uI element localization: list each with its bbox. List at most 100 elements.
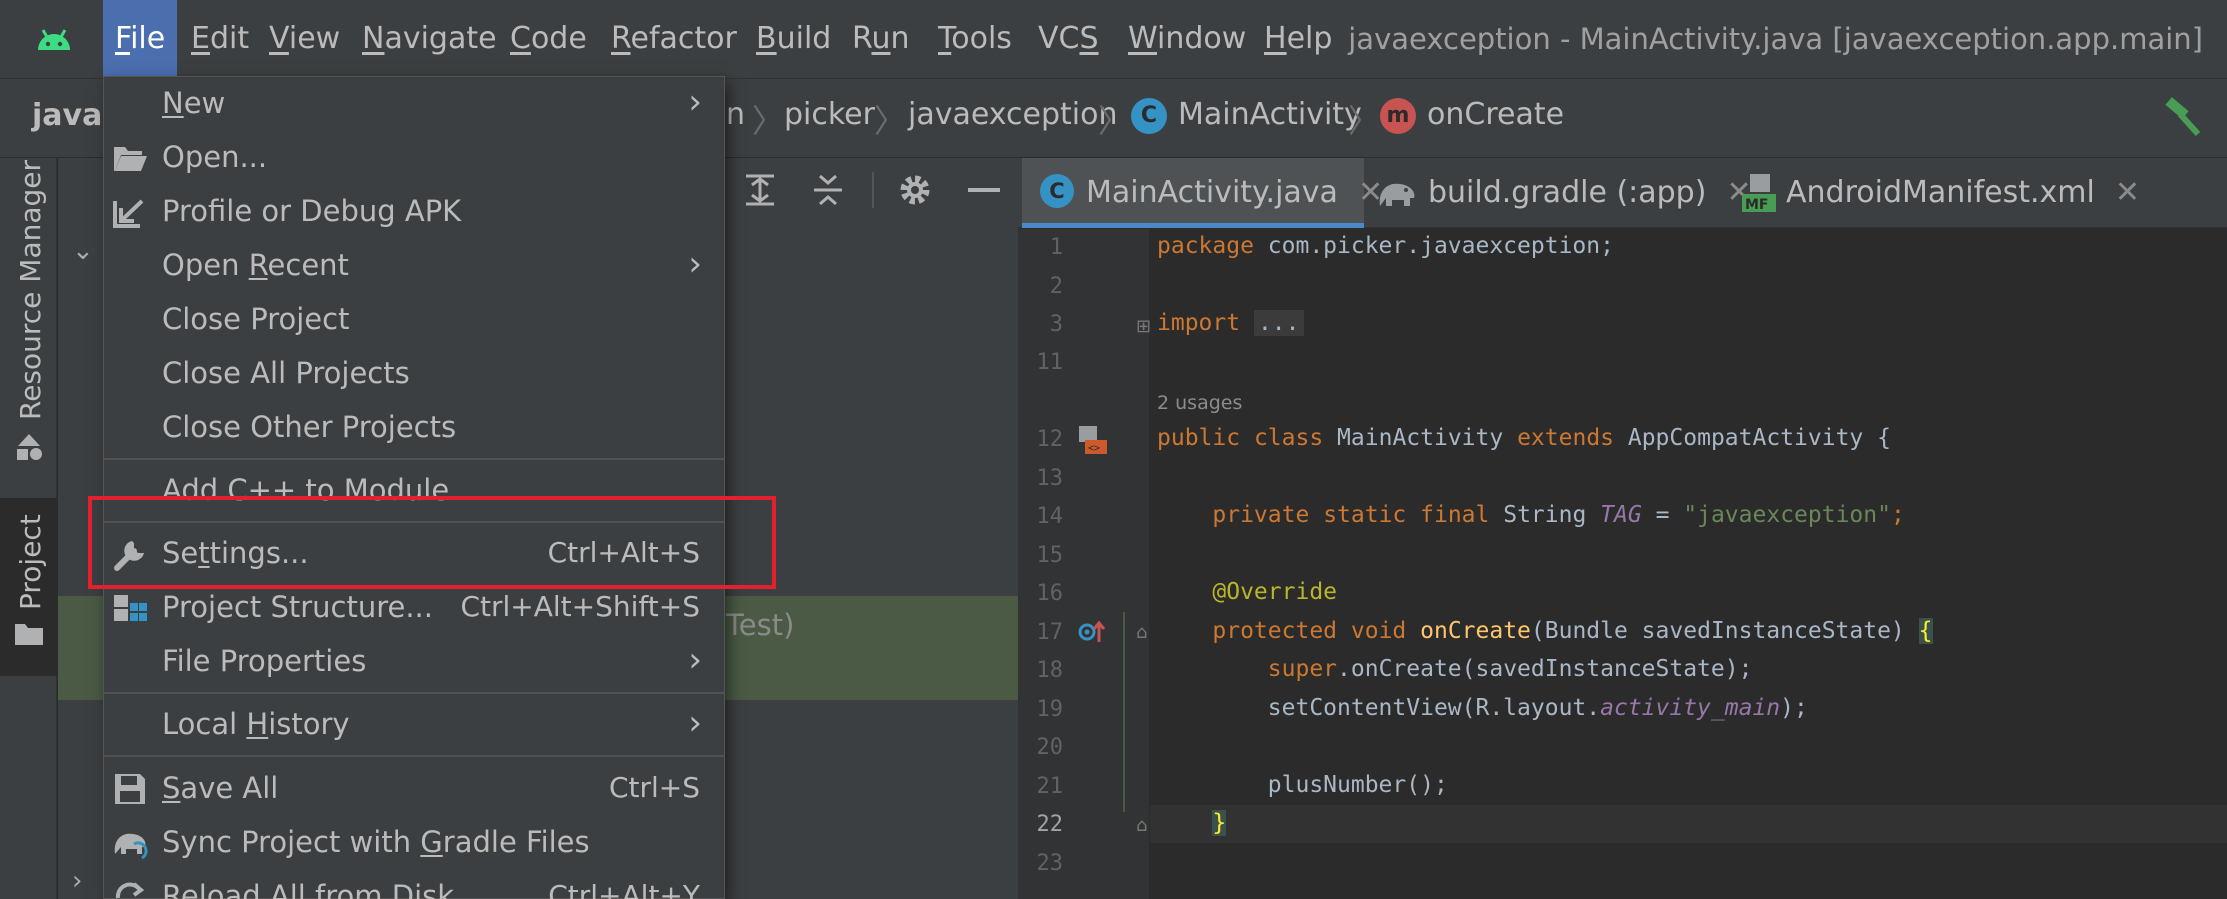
menu-item-label: Sync Project with Gradle Files (162, 825, 590, 859)
tab-androidmanifest-xml[interactable]: MF AndroidManifest.xml ✕ (1734, 158, 2140, 228)
menu-item-close-other-projects[interactable]: Close Other Projects (104, 402, 724, 456)
gradle-sync-icon (114, 833, 148, 860)
tab-build-gradle[interactable]: build.gradle (:app) ✕ (1368, 158, 1752, 228)
line-number: 11 (1036, 350, 1064, 375)
hammer-icon[interactable] (2160, 94, 2204, 138)
menu-file[interactable]: File (103, 0, 178, 78)
menu-bar: File Edit View Navigate Code Refactor Bu… (0, 0, 2227, 78)
project-label: Project (14, 514, 47, 610)
menu-item-local-history[interactable]: Local History › (104, 699, 724, 753)
tool-window-project[interactable]: Project (0, 498, 57, 676)
menu-window[interactable]: Window (1116, 0, 1258, 78)
menu-code[interactable]: Code (498, 0, 599, 78)
resource-manager-label: Resource Manager (14, 159, 47, 420)
menu-view[interactable]: View (257, 0, 352, 78)
folded-imports[interactable]: ... (1253, 310, 1304, 336)
java-class-icon: C (1040, 174, 1074, 208)
breadcrumb-class[interactable]: MainActivity (1178, 97, 1362, 132)
menu-help[interactable]: Help (1252, 0, 1344, 78)
tab-label: AndroidManifest.xml (1786, 175, 2095, 210)
menu-item-sync-gradle[interactable]: Sync Project with Gradle Files (104, 817, 724, 871)
menu-item-profile-debug-apk[interactable]: Profile or Debug APK (104, 186, 724, 240)
menu-item-file-properties[interactable]: File Properties › (104, 636, 724, 690)
menu-item-label: Project Structure... (162, 590, 433, 624)
menu-run[interactable]: Run (840, 0, 922, 78)
chevron-right-icon: › (688, 244, 702, 284)
layout-file-icon[interactable]: <> (1077, 424, 1109, 456)
svg-text:MF: MF (1745, 197, 1769, 213)
code-line-16: @Override (1212, 579, 1338, 605)
menu-item-shortcut: Ctrl+S (608, 771, 700, 804)
import-apk-icon (113, 199, 144, 228)
breadcrumb-picker[interactable]: picker (784, 97, 875, 132)
android-studio-logo-icon (38, 29, 70, 50)
menu-separator (104, 458, 724, 460)
menu-refactor[interactable]: Refactor (599, 0, 749, 78)
menu-item-save-all[interactable]: Save All Ctrl+S (104, 763, 724, 817)
tool-window-resource-manager[interactable]: Resource Manager (0, 160, 57, 470)
gear-icon[interactable] (895, 170, 935, 210)
menu-item-open-recent[interactable]: Open Recent › (104, 240, 724, 294)
code-line-18: super.onCreate(savedInstanceState); (1267, 656, 1753, 682)
folder-icon (15, 624, 43, 645)
breadcrumb-separator-icon: 〉 (1098, 102, 1131, 140)
breadcrumb-module[interactable]: n (726, 97, 745, 132)
line-number: 20 (1036, 735, 1064, 760)
menu-item-open[interactable]: Open... (104, 132, 724, 186)
menu-item-label: Open Recent (162, 248, 349, 282)
line-number: 22 (1036, 812, 1064, 837)
menu-item-shortcut: Ctrl+Alt+Shift+S (460, 590, 700, 623)
menu-item-label: Profile or Debug APK (162, 194, 462, 228)
method-icon: m (1380, 98, 1416, 134)
tab-label: build.gradle (:app) (1428, 175, 1707, 210)
menu-item-close-all-projects[interactable]: Close All Projects (104, 348, 724, 402)
code-line-19: setContentView(R.layout.activity_main); (1267, 695, 1808, 721)
close-icon[interactable]: ✕ (2115, 175, 2140, 210)
menu-item-project-structure[interactable]: Project Structure... Ctrl+Alt+Shift+S (104, 582, 724, 636)
expand-all-icon[interactable] (740, 170, 780, 210)
menu-item-shortcut: Ctrl+Alt+Y (548, 879, 700, 899)
line-number: 21 (1036, 774, 1064, 799)
override-method-icon[interactable] (1077, 618, 1107, 646)
minimize-icon[interactable] (964, 170, 1004, 210)
usages-hint[interactable]: 2 usages (1157, 392, 1242, 414)
code-line-17: protected void onCreate(Bundle savedInst… (1212, 618, 1933, 644)
menu-item-label: Local History (162, 707, 350, 741)
line-number: 23 (1036, 851, 1064, 876)
menu-item-reload-all-from-disk[interactable]: Reload All from Disk Ctrl+Alt+Y (104, 871, 724, 899)
menu-item-label: Save All (162, 771, 279, 805)
chevron-right-icon: › (688, 640, 702, 680)
line-number: 14 (1036, 504, 1064, 529)
menu-tools[interactable]: Tools (926, 0, 1024, 78)
breadcrumb-package[interactable]: javaexception (908, 97, 1117, 132)
tab-label: MainActivity.java (1086, 175, 1338, 210)
fold-icon[interactable]: ⌂ (1136, 815, 1147, 836)
class-icon: C (1131, 98, 1167, 134)
menu-edit[interactable]: Edit (179, 0, 261, 78)
resource-manager-icon (17, 434, 42, 460)
menu-navigate[interactable]: Navigate (350, 0, 509, 78)
chevron-down-icon[interactable]: ⌄ (72, 236, 94, 266)
code-line-3: import ... (1157, 310, 1304, 336)
line-number: 1 (1049, 235, 1063, 260)
svg-text:<>: <> (1088, 443, 1100, 454)
code-line-14: private static final String TAG = "javae… (1212, 502, 1905, 528)
chevron-right-icon: › (688, 703, 702, 743)
code-line-1: package com.picker.javaexception; (1157, 233, 1614, 259)
collapse-all-icon[interactable] (808, 170, 848, 210)
breadcrumb-method[interactable]: onCreate (1427, 97, 1564, 132)
menu-item-close-project[interactable]: Close Project (104, 294, 724, 348)
menu-build[interactable]: Build (744, 0, 843, 78)
menu-item-new[interactable]: New › (104, 78, 724, 132)
line-number: 16 (1036, 581, 1064, 606)
menu-separator (104, 692, 724, 694)
fold-icon[interactable]: ⌂ (1136, 622, 1147, 643)
menu-item-label: File Properties (162, 644, 367, 678)
line-number: 13 (1036, 466, 1064, 491)
fold-icon[interactable]: ⊞ (1136, 316, 1151, 337)
menu-vcs[interactable]: VCS (1026, 0, 1111, 78)
menu-item-label: Reload All from Disk (162, 879, 455, 899)
chevron-right-icon[interactable]: › (72, 866, 82, 896)
line-number: 3 (1049, 312, 1063, 337)
tab-mainactivity-java[interactable]: C MainActivity.java ✕ (1022, 158, 1383, 228)
